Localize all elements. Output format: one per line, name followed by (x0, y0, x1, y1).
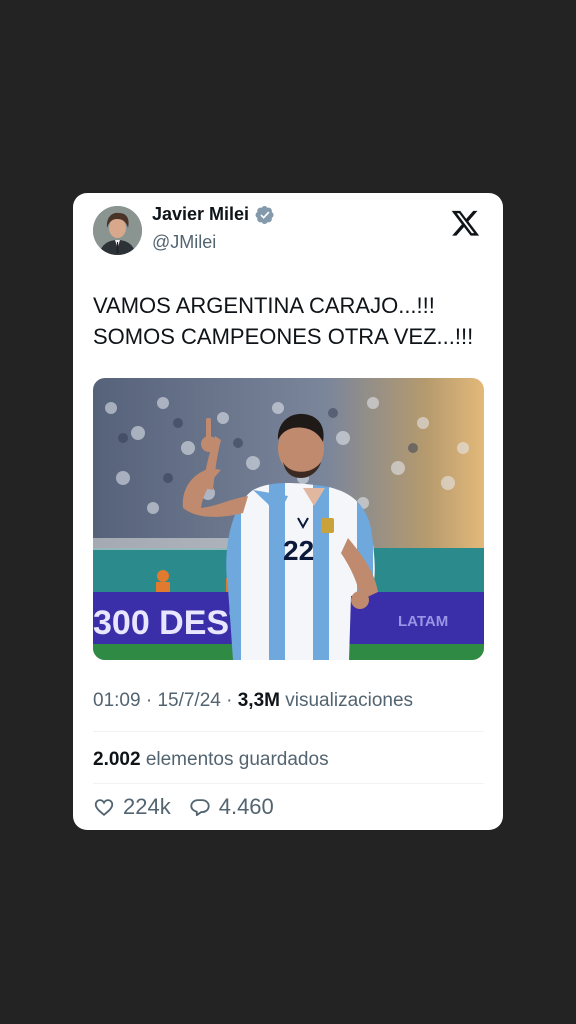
verified-badge-icon (255, 205, 274, 224)
author-name[interactable]: Javier Milei (152, 204, 249, 225)
divider (93, 731, 484, 732)
jersey-number: 22 (283, 535, 314, 566)
separator: · (226, 690, 233, 711)
author-handle[interactable]: @JMilei (152, 232, 216, 253)
tweet-time[interactable]: 01:09 (93, 690, 141, 711)
tweet-text: VAMOS ARGENTINA CARAJO...!!! SOMOS CAMPE… (93, 290, 488, 352)
sponsor-board-text: LATAM (398, 613, 448, 630)
divider (93, 783, 484, 784)
comment-icon (190, 799, 210, 816)
like-button[interactable]: 224k (93, 794, 171, 820)
reply-count: 4.460 (218, 794, 274, 819)
tweet-text-line: VAMOS ARGENTINA CARAJO...!!! (93, 293, 435, 318)
x-logo-icon (451, 210, 480, 236)
like-count: 224k (123, 794, 171, 819)
heart-icon (94, 799, 114, 816)
bookmarks-label: elementos guardados (145, 749, 329, 770)
tweet-date[interactable]: 15/7/24 (157, 690, 220, 711)
tweet-meta: 01:09 · 15/7/24 · 3,3M visualizaciones (93, 690, 413, 712)
bookmarks-count: 2.002 (93, 749, 141, 770)
tweet-actions: 224k 4.460 (93, 794, 292, 820)
separator: · (145, 690, 153, 711)
tweet-photo[interactable]: 300 DEST LATAM 22 (93, 378, 484, 660)
stadium-board-text: 300 DEST (93, 604, 250, 642)
tweet-card[interactable]: Javier Milei @JMilei VAMOS ARGENTINA CAR… (73, 193, 503, 830)
views-count: 3,3M (237, 690, 280, 711)
bookmarks-stat[interactable]: 2.002 elementos guardados (93, 749, 329, 771)
tweet-text-line: SOMOS CAMPEONES OTRA VEZ...!!! (93, 324, 474, 349)
reply-button[interactable]: 4.460 (189, 794, 274, 820)
views-label: visualizaciones (285, 690, 414, 711)
avatar[interactable] (93, 206, 142, 255)
